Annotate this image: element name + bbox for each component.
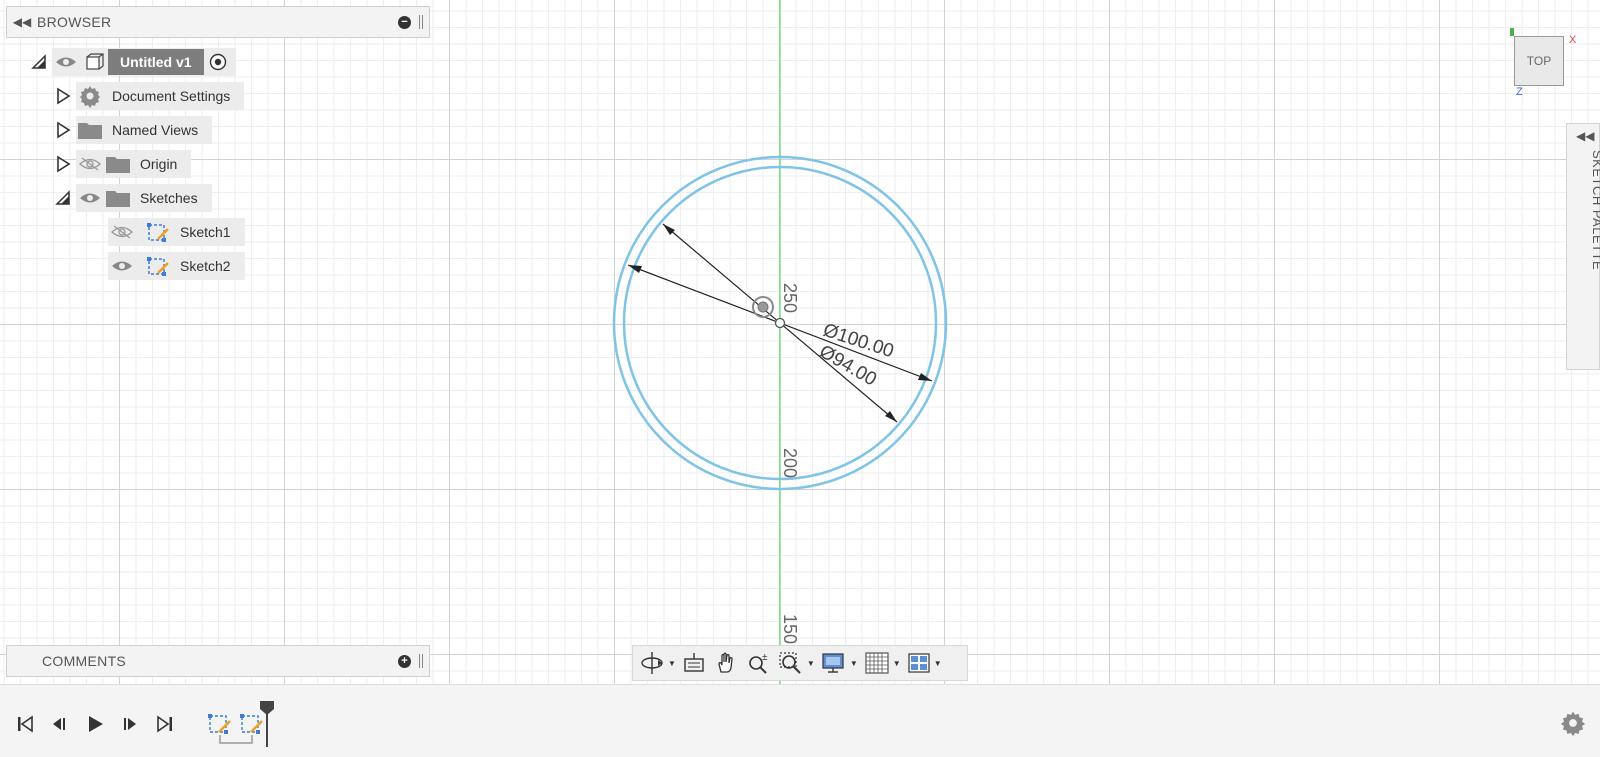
browser-title: BROWSER bbox=[37, 14, 112, 30]
eye-hidden-icon[interactable] bbox=[76, 150, 104, 178]
viewports-dropdown-icon[interactable]: ▼ bbox=[934, 659, 942, 668]
gear-icon bbox=[76, 82, 104, 110]
browser-item-label: Origin bbox=[140, 156, 178, 172]
timeline-settings-gear-icon[interactable] bbox=[1560, 710, 1586, 741]
browser-item-sketch1[interactable]: Sketch1 bbox=[108, 218, 245, 246]
ruler-label: 200 bbox=[780, 448, 800, 478]
orbit-icon[interactable] bbox=[639, 648, 665, 678]
collapse-circle-icon[interactable]: − bbox=[398, 15, 411, 29]
folder-icon bbox=[104, 150, 132, 178]
panel-grip-icon[interactable] bbox=[419, 15, 423, 29]
ruler-label: 150 bbox=[780, 614, 800, 644]
eye-hidden-icon[interactable] bbox=[108, 218, 136, 246]
viewcube-face-label: TOP bbox=[1526, 54, 1552, 68]
grid-settings-icon[interactable] bbox=[864, 648, 890, 678]
step-forward-icon[interactable] bbox=[117, 711, 143, 737]
display-settings-icon[interactable] bbox=[821, 648, 847, 678]
go-to-start-icon[interactable] bbox=[12, 711, 38, 737]
display-dropdown-icon[interactable]: ▼ bbox=[850, 659, 858, 668]
svg-text:±: ± bbox=[762, 652, 768, 663]
browser-item-sketches[interactable]: Sketches bbox=[50, 184, 212, 212]
center-point[interactable] bbox=[774, 317, 786, 329]
panel-grip-icon[interactable] bbox=[419, 654, 423, 668]
sketch-palette-title: SKETCH PALETTE bbox=[1590, 150, 1600, 271]
comments-panel-header[interactable]: COMMENTS + bbox=[6, 645, 430, 677]
sketch-palette-tab[interactable]: ◀◀ SKETCH PALETTE bbox=[1566, 123, 1600, 370]
ruler-label: 250 bbox=[780, 283, 800, 313]
expand-triangle-icon[interactable] bbox=[50, 151, 76, 177]
go-to-end-icon[interactable] bbox=[152, 711, 178, 737]
zoom-window-icon[interactable] bbox=[778, 648, 804, 678]
eye-icon[interactable] bbox=[108, 252, 136, 280]
viewports-icon[interactable] bbox=[907, 648, 931, 678]
sketch-icon bbox=[144, 218, 172, 246]
eye-icon[interactable] bbox=[52, 48, 80, 76]
navigation-toolbar: ▼ ± ▼ ▼ ▼ ▼ bbox=[632, 645, 968, 681]
browser-item-named-views[interactable]: Named Views bbox=[50, 116, 213, 144]
origin-marker-inner bbox=[757, 301, 769, 313]
play-icon[interactable] bbox=[82, 711, 108, 737]
browser-item-label: Document Settings bbox=[112, 88, 231, 104]
browser-item-label: Named Views bbox=[112, 122, 199, 138]
expand-triangle-icon[interactable] bbox=[50, 83, 76, 109]
expand-triangle-icon[interactable] bbox=[50, 117, 76, 143]
timeline-bar bbox=[0, 684, 1600, 757]
zoom-dropdown-icon[interactable]: ▼ bbox=[807, 659, 815, 668]
step-back-icon[interactable] bbox=[46, 711, 72, 737]
root-component-label[interactable]: Untitled v1 bbox=[108, 49, 204, 75]
comments-title: COMMENTS bbox=[42, 653, 127, 669]
zoom-icon[interactable]: ± bbox=[746, 648, 770, 678]
grid-dropdown-icon[interactable]: ▼ bbox=[893, 659, 901, 668]
expanded-triangle-icon[interactable] bbox=[26, 49, 52, 75]
browser-item-origin[interactable]: Origin bbox=[50, 150, 192, 178]
browser-item-label: Sketch2 bbox=[180, 258, 231, 274]
sketch-icon bbox=[144, 252, 172, 280]
orbit-dropdown-icon[interactable]: ▼ bbox=[668, 659, 676, 668]
folder-icon bbox=[104, 184, 132, 212]
eye-icon[interactable] bbox=[76, 184, 104, 212]
timeline-group-bracket bbox=[219, 735, 253, 744]
folder-icon bbox=[76, 116, 104, 144]
double-chevron-left-icon[interactable]: ◀◀ bbox=[7, 15, 37, 29]
add-comment-icon[interactable]: + bbox=[398, 654, 411, 668]
activate-radio-icon[interactable] bbox=[204, 48, 232, 76]
z-axis-label: Z bbox=[1516, 86, 1523, 98]
timeline-marker-icon[interactable] bbox=[259, 701, 275, 752]
double-chevron-left-icon[interactable]: ◀◀ bbox=[1576, 129, 1594, 143]
arrowhead bbox=[628, 265, 642, 273]
viewcube[interactable]: TOP bbox=[1514, 36, 1564, 86]
browser-item-label: Sketches bbox=[140, 190, 198, 206]
y-axis-indicator bbox=[1510, 28, 1514, 36]
expanded-triangle-icon[interactable] bbox=[50, 185, 76, 211]
browser-item-sketch2[interactable]: Sketch2 bbox=[108, 252, 245, 280]
browser-item-document-settings[interactable]: Document Settings bbox=[50, 82, 245, 110]
browser-root-row[interactable]: Untitled v1 bbox=[26, 48, 236, 76]
browser-panel-header[interactable]: ◀◀ BROWSER − bbox=[6, 6, 430, 38]
component-box-icon bbox=[80, 48, 108, 76]
browser-item-label: Sketch1 bbox=[180, 224, 231, 240]
pan-hand-icon[interactable] bbox=[714, 648, 738, 678]
look-at-icon[interactable] bbox=[682, 648, 706, 678]
x-axis-label: X bbox=[1569, 34, 1577, 46]
arrowhead bbox=[918, 373, 932, 381]
